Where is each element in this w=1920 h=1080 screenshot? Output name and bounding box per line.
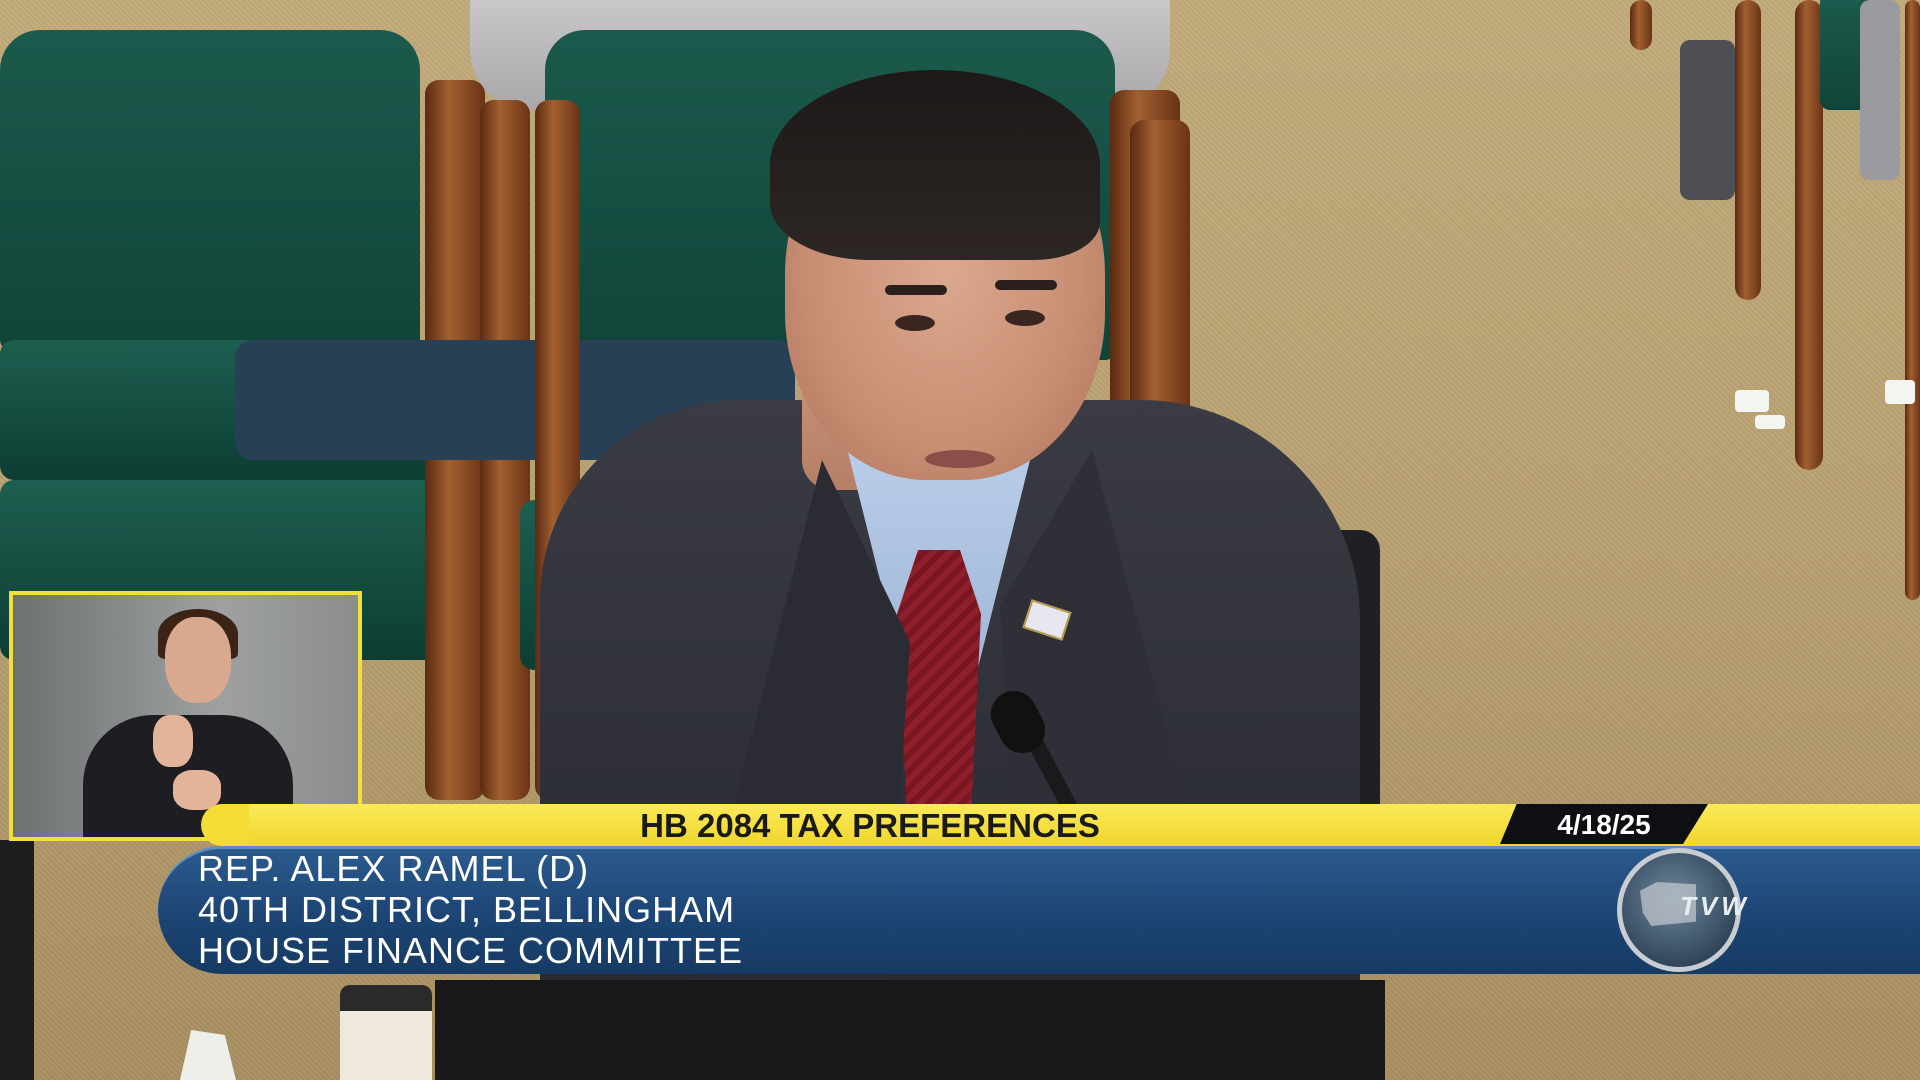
desk-monitor: [435, 980, 1385, 1080]
lower-third-banner: HB 2084 TAX PREFERENCES 4/18/25 REP. ALE…: [0, 800, 1920, 980]
chair-frame: [1795, 0, 1823, 470]
background-person-leg: [1860, 0, 1900, 180]
chair-frame: [1905, 0, 1920, 600]
paper-scrap: [1735, 390, 1769, 412]
speaker-district: 40TH DISTRICT, BELLINGHAM: [198, 889, 736, 930]
background-person-leg: [1680, 40, 1735, 200]
bill-title: HB 2084 TAX PREFERENCES: [640, 807, 1100, 844]
chair-back: [0, 30, 420, 350]
speaker-name: REP. ALEX RAMEL (D): [198, 848, 590, 889]
coffee-cup: [340, 985, 432, 1080]
paper-scrap: [1885, 380, 1915, 404]
eyebrow-right: [995, 280, 1057, 290]
chair-frame: [1630, 0, 1652, 50]
speaker-committee: HOUSE FINANCE COMMITTEE: [198, 930, 744, 971]
chair-frame: [1735, 0, 1761, 300]
eye-left: [895, 315, 935, 331]
interpreter-head: [165, 617, 231, 703]
speaker-hair: [770, 70, 1100, 260]
interpreter-hand: [153, 715, 193, 767]
mouth: [925, 450, 995, 468]
tvw-logo-text: TVW: [1680, 891, 1750, 921]
eyebrow-left: [885, 285, 947, 295]
broadcast-date: 4/18/25: [1557, 809, 1651, 840]
eye-right: [1005, 310, 1045, 326]
paper-scrap: [1755, 415, 1785, 429]
